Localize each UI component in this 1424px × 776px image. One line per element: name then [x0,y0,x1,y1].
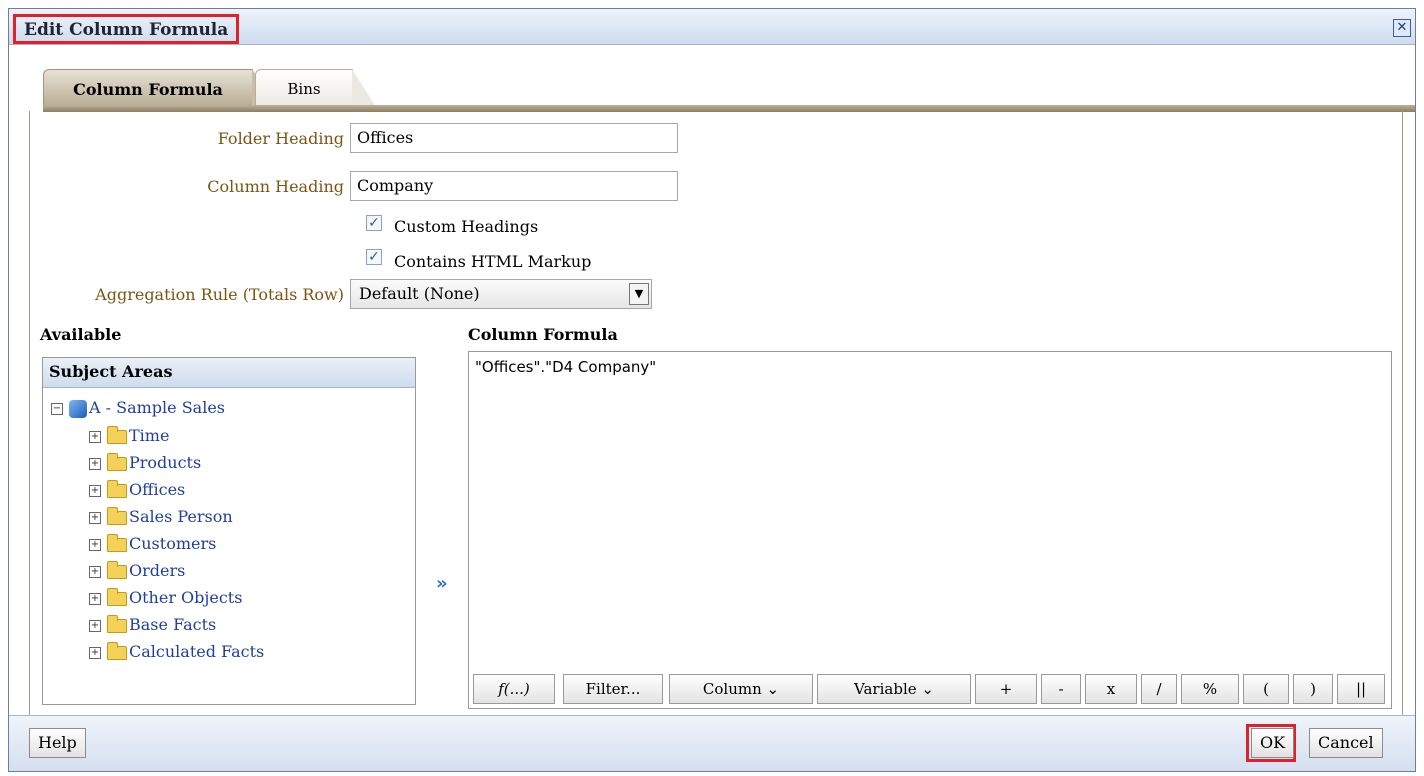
folder-icon [107,641,127,660]
formula-toolbar: f(...) Filter... Column ⌄ Variable ⌄ + -… [473,674,1387,704]
aggregation-rule-label: Aggregation Rule (Totals Row) [95,285,344,304]
folder-heading-label: Folder Heading [217,129,344,148]
collapse-icon[interactable]: − [51,402,63,415]
function-button[interactable]: f(...) [473,674,555,704]
tree-root[interactable]: − A - Sample Sales [51,398,225,422]
available-title: Available [40,325,122,344]
percent-button[interactable]: % [1181,674,1239,704]
expand-icon[interactable]: + [89,565,101,578]
tree-item-time[interactable]: + Time [89,425,169,450]
folder-icon [107,560,127,579]
folder-icon [107,452,127,471]
multiply-button[interactable]: x [1085,674,1137,704]
folder-icon [107,506,127,525]
dropdown-arrow-icon[interactable]: ▼ [629,283,649,305]
expand-icon[interactable]: + [89,511,101,524]
column-heading-label: Column Heading [207,177,344,196]
ok-button[interactable]: OK [1251,728,1295,758]
tree-item-products[interactable]: + Products [89,452,201,477]
close-icon[interactable]: ✕ [1393,19,1411,37]
expand-icon[interactable]: + [89,538,101,551]
tree-item-offices[interactable]: + Offices [89,479,185,504]
tree-item-sales-person[interactable]: + Sales Person [89,506,233,531]
expand-icon[interactable]: + [89,646,101,659]
contains-html-label: Contains HTML Markup [394,252,592,271]
dialog-footer: Help OK Cancel [9,715,1415,771]
aggregation-rule-value: Default (None) [359,284,480,303]
subject-area-cube-icon [69,399,87,418]
folder-icon [107,614,127,633]
column-formula-editor[interactable]: "Offices"."D4 Company" f(...) Filter... … [468,351,1392,709]
formula-text[interactable]: "Offices"."D4 Company" [475,358,656,376]
dialog-title: Edit Column Formula [13,14,240,44]
folder-icon [107,479,127,498]
concat-button[interactable]: || [1337,674,1385,704]
help-button[interactable]: Help [29,728,86,758]
expand-icon[interactable]: + [89,619,101,632]
open-paren-button[interactable]: ( [1243,674,1289,704]
folder-heading-input[interactable]: Offices [350,123,678,153]
edit-column-formula-dialog: Edit Column Formula ✕ Column Formula Bin… [8,8,1416,772]
dialog-titlebar: Edit Column Formula ✕ [9,9,1415,45]
column-heading-input[interactable]: Company [350,171,678,201]
plus-button[interactable]: + [975,674,1037,704]
subject-areas-header: Subject Areas [43,358,415,388]
column-formula-title: Column Formula [468,325,618,344]
folder-icon [107,425,127,444]
close-paren-button[interactable]: ) [1293,674,1333,704]
cancel-button[interactable]: Cancel [1309,728,1383,758]
filter-button[interactable]: Filter... [563,674,663,704]
aggregation-rule-select[interactable]: Default (None) ▼ [350,279,652,309]
variable-button[interactable]: Variable ⌄ [817,674,971,704]
expand-icon[interactable]: + [89,484,101,497]
expand-icon[interactable]: + [89,592,101,605]
column-button[interactable]: Column ⌄ [669,674,813,704]
divide-button[interactable]: / [1141,674,1177,704]
folder-icon [107,587,127,606]
tab-content: Folder Heading Offices Column Heading Co… [29,111,1403,715]
subject-areas-panel: Subject Areas − A - Sample Sales + Time + P… [42,357,416,705]
folder-icon [107,533,127,552]
expand-icon[interactable]: + [89,457,101,470]
custom-headings-checkbox[interactable]: ✓ [366,215,382,231]
move-right-icon[interactable]: » [436,573,456,594]
contains-html-checkbox[interactable]: ✓ [366,249,382,265]
tree-item-base-facts[interactable]: + Base Facts [89,614,216,639]
tab-bins[interactable]: Bins [255,69,376,107]
tab-column-formula[interactable]: Column Formula [43,69,276,107]
tree-item-calculated-facts[interactable]: + Calculated Facts [89,641,264,666]
tree-item-orders[interactable]: + Orders [89,560,185,585]
expand-icon[interactable]: + [89,430,101,443]
tree-item-customers[interactable]: + Customers [89,533,216,558]
custom-headings-label: Custom Headings [394,217,539,236]
minus-button[interactable]: - [1041,674,1081,704]
tree-item-other-objects[interactable]: + Other Objects [89,587,242,612]
